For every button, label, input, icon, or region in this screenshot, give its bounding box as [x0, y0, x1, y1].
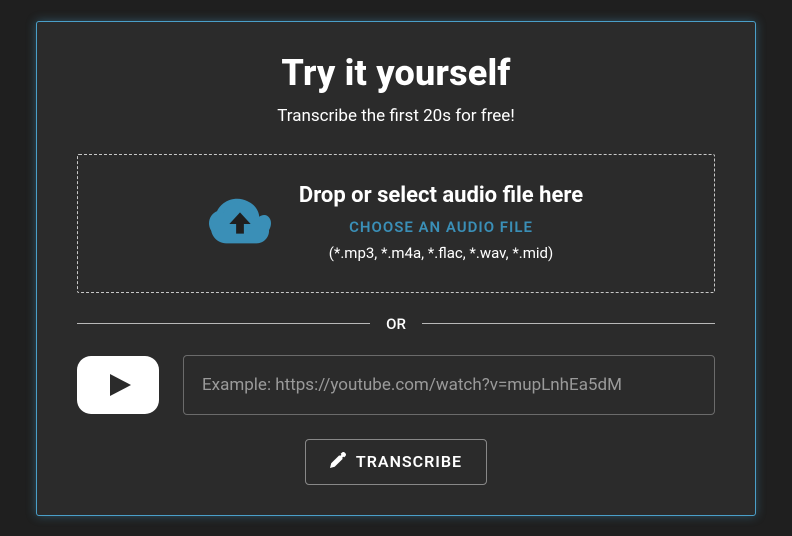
divider-line-right: [422, 323, 715, 324]
transcribe-button[interactable]: TRANSCRIBE: [305, 439, 487, 485]
pencil-icon: [330, 452, 346, 472]
dropzone-formats-hint: (*.mp3, *.m4a, *.flac, *.wav, *.mid): [299, 244, 583, 262]
divider-label: OR: [386, 315, 406, 333]
audio-dropzone[interactable]: Drop or select audio file here CHOOSE AN…: [77, 154, 715, 293]
youtube-row: [77, 355, 715, 415]
page-title: Try it yourself: [77, 52, 715, 94]
divider-line-left: [77, 323, 370, 324]
transcribe-button-label: TRANSCRIBE: [356, 452, 462, 471]
try-panel: Try it yourself Transcribe the first 20s…: [36, 21, 756, 516]
cloud-upload-icon: [209, 198, 271, 246]
choose-file-link[interactable]: CHOOSE AN AUDIO FILE: [299, 218, 583, 236]
dropzone-headline: Drop or select audio file here: [299, 183, 583, 208]
page-subtitle: Transcribe the first 20s for free!: [77, 106, 715, 126]
dropzone-text-group: Drop or select audio file here CHOOSE AN…: [299, 183, 583, 262]
youtube-url-input[interactable]: [183, 355, 715, 415]
or-divider: OR: [77, 315, 715, 333]
youtube-icon: [77, 356, 159, 414]
